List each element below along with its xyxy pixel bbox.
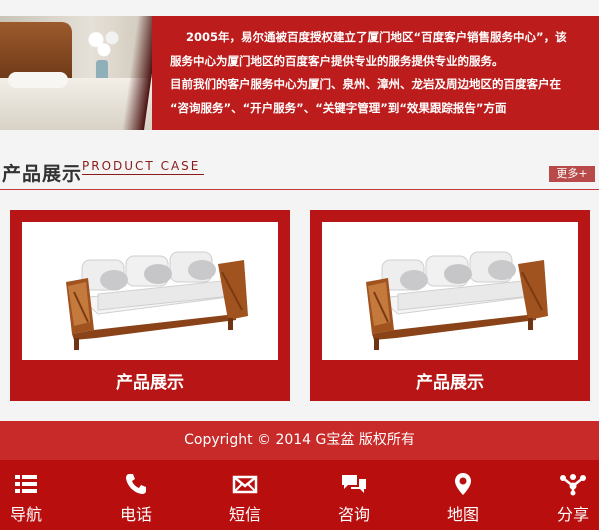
intro-text: 2005年，易尔通被百度授权建立了厦门地区“百度客户销售服务中心”，该 服务中心… bbox=[170, 26, 592, 120]
nav-label: 短信 bbox=[228, 505, 261, 524]
map-pin-icon bbox=[423, 472, 503, 496]
intro-line: 目前我们的客户服务中心为厦门、泉州、漳州、龙岩及周边地区的百度客户在 bbox=[170, 77, 561, 91]
bottom-nav: 导航 电话 短信 咨询 地图 分享 bbox=[0, 460, 599, 530]
nav-item-sms[interactable]: 短信 bbox=[205, 460, 285, 530]
product-card[interactable]: 产品展示 bbox=[310, 210, 590, 401]
more-button[interactable]: 更多+ bbox=[549, 166, 595, 182]
list-icon bbox=[0, 472, 66, 496]
nav-item-phone[interactable]: 电话 bbox=[96, 460, 176, 530]
nav-item-consult[interactable]: 咨询 bbox=[314, 460, 394, 530]
intro-line: 服务中心为厦门地区的百度客户提供专业的服务提供专业的服务。 bbox=[170, 53, 504, 68]
product-label: 产品展示 bbox=[116, 373, 184, 393]
sofa-image bbox=[322, 222, 578, 360]
section-subtitle: PRODUCT CASE bbox=[82, 158, 205, 175]
nav-item-guide[interactable]: 导航 bbox=[0, 460, 66, 530]
envelope-icon bbox=[205, 472, 285, 496]
intro-line: 2005年，易尔通被百度授权建立了厦门地区“百度客户销售服务中心”，该 bbox=[186, 30, 567, 44]
copyright-bar: Copyright © 2014 G宝盆 版权所有 bbox=[0, 421, 599, 460]
product-label: 产品展示 bbox=[416, 373, 484, 393]
intro-line: “咨询服务”、“开户服务”、“关键字管理”到“效果跟踪报告”方面 bbox=[170, 100, 507, 115]
intro-banner: 2005年，易尔通被百度授权建立了厦门地区“百度客户销售服务中心”，该 服务中心… bbox=[0, 16, 599, 130]
nav-label: 分享 bbox=[556, 505, 589, 524]
bedroom-photo bbox=[0, 16, 152, 130]
nav-item-map[interactable]: 地图 bbox=[423, 460, 503, 530]
nav-label: 导航 bbox=[9, 505, 42, 524]
product-section-header: 产品展示 PRODUCT CASE 更多+ bbox=[0, 156, 599, 190]
nav-item-share[interactable]: 分享 bbox=[533, 460, 599, 530]
page: 2005年，易尔通被百度授权建立了厦门地区“百度客户销售服务中心”，该 服务中心… bbox=[0, 0, 599, 530]
product-card[interactable]: 产品展示 bbox=[10, 210, 290, 401]
phone-icon bbox=[96, 472, 176, 496]
nav-label: 电话 bbox=[119, 505, 152, 524]
share-icon bbox=[533, 472, 599, 496]
section-title: 产品展示 bbox=[2, 163, 83, 185]
chat-icon bbox=[314, 472, 394, 496]
nav-label: 地图 bbox=[446, 505, 479, 524]
nav-label: 咨询 bbox=[337, 505, 370, 524]
sofa-image bbox=[22, 222, 278, 360]
